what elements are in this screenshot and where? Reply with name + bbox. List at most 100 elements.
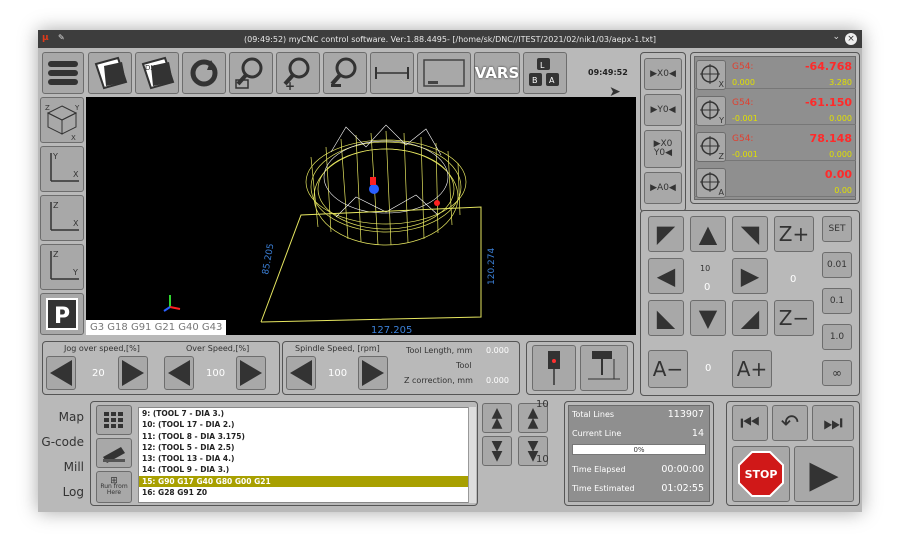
- over-speed-increase-button[interactable]: [236, 356, 266, 390]
- arrow-down-icon: ▼: [698, 304, 718, 332]
- jog-right-button[interactable]: ▶: [732, 258, 768, 294]
- nav-gcode[interactable]: G-code: [38, 435, 84, 449]
- jog-speed-increase-button[interactable]: [118, 356, 148, 390]
- scroll-up-button[interactable]: ▲ ▲: [482, 403, 512, 433]
- jog-z-minus-button[interactable]: Z−: [774, 300, 814, 336]
- gcode-line[interactable]: 12: (TOOL 5 - DIA 2.5): [139, 442, 475, 453]
- jog-step-1-button[interactable]: 1.0: [822, 324, 852, 350]
- spindle-speed-value: 100: [328, 368, 348, 379]
- dro-axis-letter: Y: [719, 116, 724, 125]
- arrow-left-icon: ◀: [656, 262, 676, 290]
- jog-left-button[interactable]: ◀: [648, 258, 684, 294]
- jog-up-right-button[interactable]: ◥: [732, 216, 768, 252]
- jog-a-plus-button[interactable]: A+: [732, 350, 772, 388]
- jog-speed-decrease-button[interactable]: [46, 356, 76, 390]
- stop-button[interactable]: STOP: [732, 446, 790, 502]
- menu-button[interactable]: [42, 52, 84, 94]
- dro-workspace-label: G54:: [732, 62, 754, 72]
- jog-z-plus-button[interactable]: Z+: [774, 216, 814, 252]
- triangle-right-icon: [122, 360, 144, 386]
- gcode-line[interactable]: 16: G28 G91 Z0: [139, 487, 475, 498]
- keyboard-button[interactable]: LB A: [523, 52, 567, 94]
- view-yz-button[interactable]: ZY: [40, 244, 84, 290]
- zero-y-button[interactable]: ▶Y0◀: [644, 94, 682, 126]
- jog-up-left-button[interactable]: ◤: [648, 216, 684, 252]
- edit-program-button[interactable]: [96, 438, 132, 468]
- view-xz-button[interactable]: ZX: [40, 195, 84, 241]
- grid-view-button[interactable]: [96, 405, 132, 435]
- gcode-scrollbar[interactable]: [468, 407, 476, 503]
- rewind-button[interactable]: ⏮: [732, 405, 768, 441]
- nav-log[interactable]: Log: [38, 485, 84, 499]
- svg-text:L: L: [540, 61, 545, 70]
- gcode-line[interactable]: 10: (TOOL 17 - DIA 2.): [139, 419, 475, 430]
- triangle-left-icon: [50, 360, 72, 386]
- zero-xy-button[interactable]: ▶X0 Y0◀: [644, 130, 682, 168]
- nav-mill[interactable]: Mill: [38, 460, 84, 474]
- spindle-increase-button[interactable]: [358, 356, 388, 390]
- svg-text:Y: Y: [52, 152, 58, 161]
- vars-button[interactable]: VARS: [474, 52, 520, 94]
- measure-button[interactable]: [370, 52, 414, 94]
- arrow-up-icon: ▲: [698, 220, 718, 248]
- stop-label: STOP: [744, 467, 778, 481]
- dxf-button[interactable]: DXF: [135, 52, 179, 94]
- keyboard-icon: LB A: [529, 58, 559, 86]
- zero-a-button[interactable]: ▶A0◀: [644, 172, 682, 204]
- zoom-in-button[interactable]: +: [276, 52, 320, 94]
- export-button[interactable]: [88, 52, 132, 94]
- parking-button[interactable]: P: [40, 293, 84, 335]
- view-3d-button[interactable]: Z Y X: [40, 97, 84, 143]
- gcode-list[interactable]: 9: (TOOL 7 - DIA 3.) 10: (TOOL 17 - DIA 2…: [138, 407, 476, 503]
- zoom-fit-icon: [235, 57, 263, 89]
- dro-zero-x-button[interactable]: X: [696, 60, 726, 90]
- arrow-up-right-icon: ◥: [740, 220, 760, 248]
- scroll-down-button[interactable]: ▼ ▼: [482, 436, 512, 466]
- jog-step-01-button[interactable]: 0.1: [822, 288, 852, 314]
- edit-icon: [103, 447, 125, 463]
- gcode-line[interactable]: 9: (TOOL 7 - DIA 3.): [139, 408, 475, 419]
- jog-down-right-button[interactable]: ◢: [732, 300, 768, 336]
- dim-depth: 85.205: [261, 243, 276, 276]
- dro-zero-y-button[interactable]: Y: [696, 96, 726, 126]
- jog-step-001-button[interactable]: 0.01: [822, 252, 852, 278]
- jog-a-minus-button[interactable]: A−: [648, 350, 688, 388]
- jog-up-button[interactable]: ▲: [690, 216, 726, 252]
- dro-zero-a-button[interactable]: A: [696, 168, 726, 198]
- spindle-decrease-button[interactable]: [286, 356, 316, 390]
- arrow-down-left-icon: ◣: [656, 304, 676, 332]
- toolpath-viewport[interactable]: 127.205 85.205 120.274 G3 G18 G91 G21 G4…: [86, 97, 636, 335]
- gcode-line[interactable]: 15: G90 G17 G40 G80 G00 G21: [139, 475, 475, 488]
- tool-probe-button[interactable]: [532, 345, 576, 391]
- start-button[interactable]: ▶: [794, 446, 854, 502]
- gcode-line[interactable]: 14: (TOOL 9 - DIA 3.): [139, 464, 475, 475]
- jog-down-left-button[interactable]: ◣: [648, 300, 684, 336]
- axis-gizmo-icon: [163, 295, 181, 312]
- minimize-icon[interactable]: ⌄: [832, 32, 840, 42]
- undo-button[interactable]: ↶: [772, 405, 808, 441]
- jog-down-button[interactable]: ▼: [690, 300, 726, 336]
- title-bar: µ ✎ (09:49:52) myCNC control software. V…: [38, 30, 862, 48]
- triangle-left-icon: [290, 360, 312, 386]
- dro-zero-z-button[interactable]: Z: [696, 132, 726, 162]
- yz-view-icon: ZY: [50, 250, 79, 280]
- view-xy-button[interactable]: YX: [40, 146, 84, 192]
- nav-map[interactable]: Map: [38, 410, 84, 424]
- pin-icon[interactable]: ✎: [58, 33, 65, 42]
- gcode-line[interactable]: 11: (TOOL 8 - DIA 3.175): [139, 431, 475, 442]
- dro-sub-right: 0.000: [829, 114, 852, 123]
- jog-set-button[interactable]: SET: [822, 216, 852, 242]
- svg-text:Z: Z: [45, 104, 50, 112]
- step-forward-button[interactable]: ⏭: [812, 405, 854, 441]
- close-icon[interactable]: ×: [845, 33, 857, 45]
- frame-button[interactable]: [417, 52, 471, 94]
- reload-button[interactable]: [182, 52, 226, 94]
- over-speed-decrease-button[interactable]: [164, 356, 194, 390]
- run-from-here-button[interactable]: ⊞ Run from Here: [96, 471, 132, 503]
- zero-x-button[interactable]: ▶X0◀: [644, 58, 682, 90]
- zoom-out-button[interactable]: [323, 52, 367, 94]
- tool-measure-button[interactable]: [580, 345, 628, 391]
- zoom-fit-button[interactable]: [229, 52, 273, 94]
- gcode-line[interactable]: 13: (TOOL 13 - DIA 4.): [139, 453, 475, 464]
- jog-continuous-button[interactable]: ∞: [822, 360, 852, 386]
